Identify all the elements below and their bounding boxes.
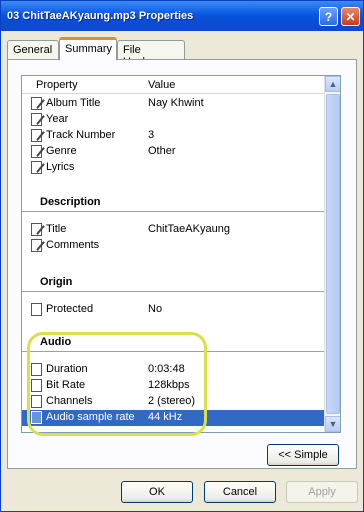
list-item[interactable]: Duration 0:03:48 xyxy=(22,362,324,378)
page-icon xyxy=(31,411,42,424)
property-name: Duration xyxy=(46,363,88,375)
section-header-description: Description xyxy=(22,192,324,212)
section-header-origin: Origin xyxy=(22,272,324,292)
page-icon xyxy=(31,379,42,392)
scroll-thumb[interactable] xyxy=(326,94,340,414)
list-item[interactable]: Lyrics xyxy=(22,160,324,176)
list-item[interactable]: Track Number 3 xyxy=(22,128,324,144)
property-value: 128kbps xyxy=(148,379,190,391)
tab-summary[interactable]: Summary xyxy=(59,37,117,60)
title-bar[interactable]: 03 ChitTaeAKyaung.mp3 Properties ? ✕ xyxy=(1,1,363,31)
page-icon xyxy=(31,303,42,316)
property-value: 3 xyxy=(148,129,155,141)
simple-view-button[interactable]: << Simple xyxy=(267,444,339,466)
property-name: Genre xyxy=(46,145,77,157)
property-value: 2 (stereo) xyxy=(148,395,196,407)
section-header-audio: Audio xyxy=(22,332,324,352)
vertical-scrollbar[interactable]: ▲ ▼ xyxy=(324,76,340,432)
list-item[interactable]: Bit Rate 128kbps xyxy=(22,378,324,394)
property-name: Bit Rate xyxy=(46,379,86,391)
property-value: 0:03:48 xyxy=(148,363,185,375)
property-value: No xyxy=(148,303,163,315)
list-item[interactable]: Channels 2 (stereo) xyxy=(22,394,324,410)
page-icon xyxy=(31,363,42,376)
property-value: 44 kHz xyxy=(148,411,183,423)
edit-icon xyxy=(31,113,42,126)
property-name: Channels xyxy=(46,395,93,407)
list-item[interactable]: Protected No xyxy=(22,302,324,318)
property-name: Track Number xyxy=(46,129,116,141)
column-header-property[interactable]: Property xyxy=(36,79,78,91)
edit-icon xyxy=(31,223,42,236)
property-name: Lyrics xyxy=(46,161,75,173)
list-item-selected[interactable]: Audio sample rate 44 kHz xyxy=(22,410,324,426)
ok-button[interactable]: OK xyxy=(121,481,193,503)
list-header: Property Value xyxy=(22,76,324,94)
property-list[interactable]: Property Value Album Title Nay Khwint Ye… xyxy=(21,75,341,433)
tab-file-hashes[interactable]: File Hashes xyxy=(117,40,185,68)
property-name: Title xyxy=(46,223,67,235)
close-button[interactable]: ✕ xyxy=(341,7,360,26)
apply-button[interactable]: Apply xyxy=(286,481,358,503)
tab-general[interactable]: General xyxy=(7,40,59,59)
cancel-button[interactable]: Cancel xyxy=(204,481,276,503)
property-name: Comments xyxy=(46,239,100,251)
list-item[interactable]: Comments xyxy=(22,238,324,254)
edit-icon xyxy=(31,161,42,174)
column-header-value[interactable]: Value xyxy=(148,79,175,91)
property-value: ChitTaeAKyaung xyxy=(148,223,230,235)
edit-icon xyxy=(31,129,42,142)
edit-icon xyxy=(31,239,42,252)
property-value: Nay Khwint xyxy=(148,97,204,109)
list-item[interactable]: Genre Other xyxy=(22,144,324,160)
property-name: Album Title xyxy=(46,97,101,109)
list-item[interactable]: Title ChitTaeAKyaung xyxy=(22,222,324,238)
property-name: Year xyxy=(46,113,69,125)
edit-icon xyxy=(31,145,42,158)
edit-icon xyxy=(31,97,42,110)
property-name: Protected xyxy=(46,303,94,315)
page-icon xyxy=(31,395,42,408)
property-value: Other xyxy=(148,145,176,157)
property-name: Audio sample rate xyxy=(46,411,135,423)
scroll-up-button[interactable]: ▲ xyxy=(325,76,340,92)
list-item[interactable]: Album Title Nay Khwint xyxy=(22,96,324,112)
window-title: 03 ChitTaeAKyaung.mp3 Properties xyxy=(7,10,194,22)
properties-dialog: 03 ChitTaeAKyaung.mp3 Properties ? ✕ Gen… xyxy=(0,0,364,512)
list-item[interactable]: Year xyxy=(22,112,324,128)
scroll-down-button[interactable]: ▼ xyxy=(325,416,340,432)
help-button[interactable]: ? xyxy=(319,7,338,26)
